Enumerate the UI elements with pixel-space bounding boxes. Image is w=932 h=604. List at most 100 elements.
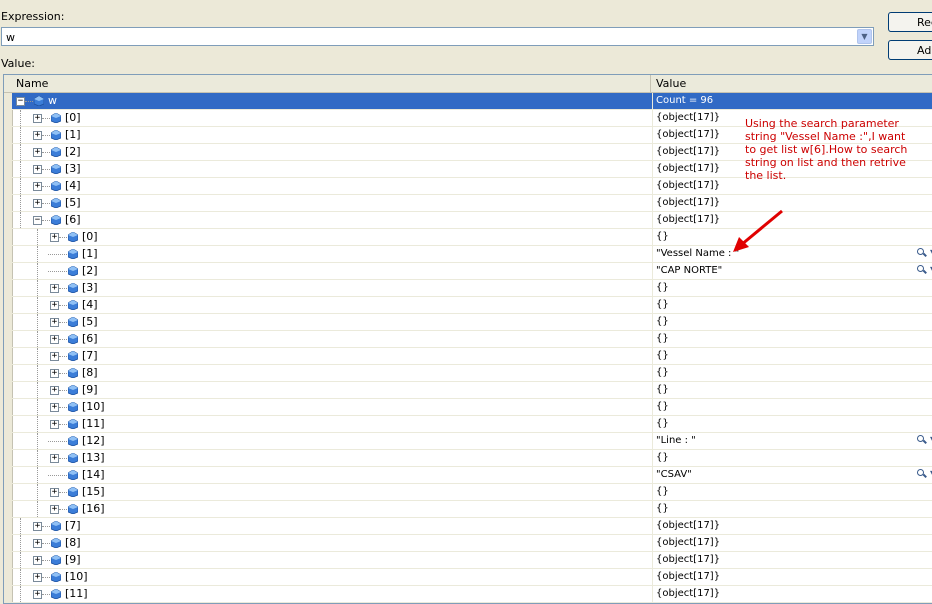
reevaluate-button[interactable]: Reevaluate xyxy=(888,12,932,32)
tree-row[interactable]: + [8] {} xyxy=(12,365,932,382)
expand-icon[interactable]: + xyxy=(33,539,42,548)
row-value: {object[17]} xyxy=(656,520,721,531)
tree-row[interactable]: + [15] {} xyxy=(12,484,932,501)
expand-icon[interactable]: + xyxy=(50,284,59,293)
row-name: [1] xyxy=(82,247,98,260)
row-value: "Line : " xyxy=(656,435,696,446)
row-value: {} xyxy=(656,503,669,514)
expand-icon[interactable]: + xyxy=(50,335,59,344)
add-watch-button[interactable]: Add Watch xyxy=(888,40,932,60)
visualizer-button[interactable]: ▼ xyxy=(917,247,932,261)
expand-icon[interactable]: + xyxy=(33,131,42,140)
expand-icon[interactable]: + xyxy=(50,318,59,327)
expand-icon[interactable]: + xyxy=(33,573,42,582)
expand-icon[interactable]: + xyxy=(50,488,59,497)
tree-row[interactable]: + [0] {} xyxy=(12,229,932,246)
tree-row[interactable]: + [11] {} xyxy=(12,416,932,433)
chevron-down-icon: ▼ xyxy=(861,32,868,41)
row-name-cell: + [5] xyxy=(12,314,653,330)
expression-input[interactable] xyxy=(6,30,846,44)
red-arrow-icon xyxy=(733,209,783,252)
row-name-cell: + [8] xyxy=(12,365,653,381)
expand-icon[interactable]: + xyxy=(50,233,59,242)
row-value: {} xyxy=(656,367,669,378)
tree-row[interactable]: [14] "CSAV" ▼ xyxy=(12,467,932,484)
expand-icon[interactable]: + xyxy=(50,403,59,412)
row-name: [7] xyxy=(82,349,98,362)
expand-icon[interactable]: + xyxy=(33,199,42,208)
row-name-cell: + [3] xyxy=(12,280,653,296)
row-value: {} xyxy=(656,384,669,395)
tree-row[interactable]: [12] "Line : " ▼ xyxy=(12,433,932,450)
tree-row[interactable]: [1] "Vessel Name : " ▼ xyxy=(12,246,932,263)
row-value: {} xyxy=(656,282,669,293)
row-name-cell: + [7] xyxy=(12,348,653,364)
expand-icon[interactable]: + xyxy=(33,182,42,191)
visualizer-button[interactable]: ▼ xyxy=(917,468,932,482)
row-name-cell: + [5] xyxy=(12,195,653,211)
tree-row[interactable]: + [7] {} xyxy=(12,348,932,365)
row-name-cell: + [3] xyxy=(12,161,653,177)
expand-icon[interactable]: + xyxy=(33,114,42,123)
tree-row[interactable]: + [6] {} xyxy=(12,331,932,348)
tree-row[interactable]: + [3] {} xyxy=(12,280,932,297)
column-header-name[interactable]: Name xyxy=(4,75,651,92)
expand-icon[interactable]: + xyxy=(33,165,42,174)
row-value: {object[17]} xyxy=(656,197,721,208)
row-name-cell: + [0] xyxy=(12,110,653,126)
expand-icon[interactable]: + xyxy=(50,505,59,514)
row-name-cell: + [8] xyxy=(12,535,653,551)
tree-row[interactable]: + [9] {object[17]} xyxy=(12,552,932,569)
row-name-cell: + [9] xyxy=(12,552,653,568)
tree-row[interactable]: − w Count = 96 xyxy=(12,93,932,110)
tree-row[interactable]: + [5] {object[17]} xyxy=(12,195,932,212)
row-value: {} xyxy=(656,231,669,242)
row-name: [0] xyxy=(82,230,98,243)
row-value: "CSAV" xyxy=(656,469,692,480)
tree-row[interactable]: + [9] {} xyxy=(12,382,932,399)
tree-row[interactable]: + [7] {object[17]} xyxy=(12,518,932,535)
row-value: "Vessel Name : " xyxy=(656,248,740,259)
visualizer-button[interactable]: ▼ xyxy=(917,434,932,448)
row-name-cell: + [11] xyxy=(12,586,653,602)
value-label: Value: xyxy=(1,57,35,70)
tree-row[interactable]: − [6] {object[17]} xyxy=(12,212,932,229)
expand-icon[interactable]: + xyxy=(50,369,59,378)
row-name: [11] xyxy=(65,587,88,600)
row-name-cell: + [2] xyxy=(12,144,653,160)
row-name: [12] xyxy=(82,434,105,447)
row-name: [14] xyxy=(82,468,105,481)
expand-icon[interactable]: + xyxy=(33,556,42,565)
expand-icon[interactable]: + xyxy=(50,386,59,395)
tree-row[interactable]: [2] "CAP NORTE" ▼ xyxy=(12,263,932,280)
expand-icon[interactable]: + xyxy=(50,352,59,361)
row-name: [1] xyxy=(65,128,81,141)
row-name-cell: − w xyxy=(12,93,653,109)
row-value: {object[17]} xyxy=(656,554,721,565)
visualizer-button[interactable]: ▼ xyxy=(917,264,932,278)
tree-row[interactable]: + [13] {} xyxy=(12,450,932,467)
expand-icon[interactable]: + xyxy=(50,420,59,429)
row-value: {} xyxy=(656,486,669,497)
row-value: {object[17]} xyxy=(656,537,721,548)
expand-icon[interactable]: + xyxy=(50,454,59,463)
collapse-icon[interactable]: − xyxy=(16,97,25,106)
expand-icon[interactable]: + xyxy=(50,301,59,310)
tree-row[interactable]: + [8] {object[17]} xyxy=(12,535,932,552)
row-name-cell: [2] xyxy=(12,263,653,279)
row-name: [2] xyxy=(82,264,98,277)
tree-row[interactable]: + [10] {} xyxy=(12,399,932,416)
expand-icon[interactable]: + xyxy=(33,148,42,157)
expand-icon[interactable]: + xyxy=(33,522,42,531)
collapse-icon[interactable]: − xyxy=(33,216,42,225)
column-header-value[interactable]: Value xyxy=(652,75,932,92)
tree-row[interactable]: + [10] {object[17]} xyxy=(12,569,932,586)
tree-row[interactable]: + [4] {} xyxy=(12,297,932,314)
row-name: [9] xyxy=(65,553,81,566)
row-name-cell: + [7] xyxy=(12,518,653,534)
tree-row[interactable]: + [5] {} xyxy=(12,314,932,331)
expression-dropdown-button[interactable]: ▼ xyxy=(857,29,872,44)
row-name: [8] xyxy=(65,536,81,549)
tree-row[interactable]: + [16] {} xyxy=(12,501,932,518)
expression-combobox[interactable]: ▼ xyxy=(1,27,874,46)
